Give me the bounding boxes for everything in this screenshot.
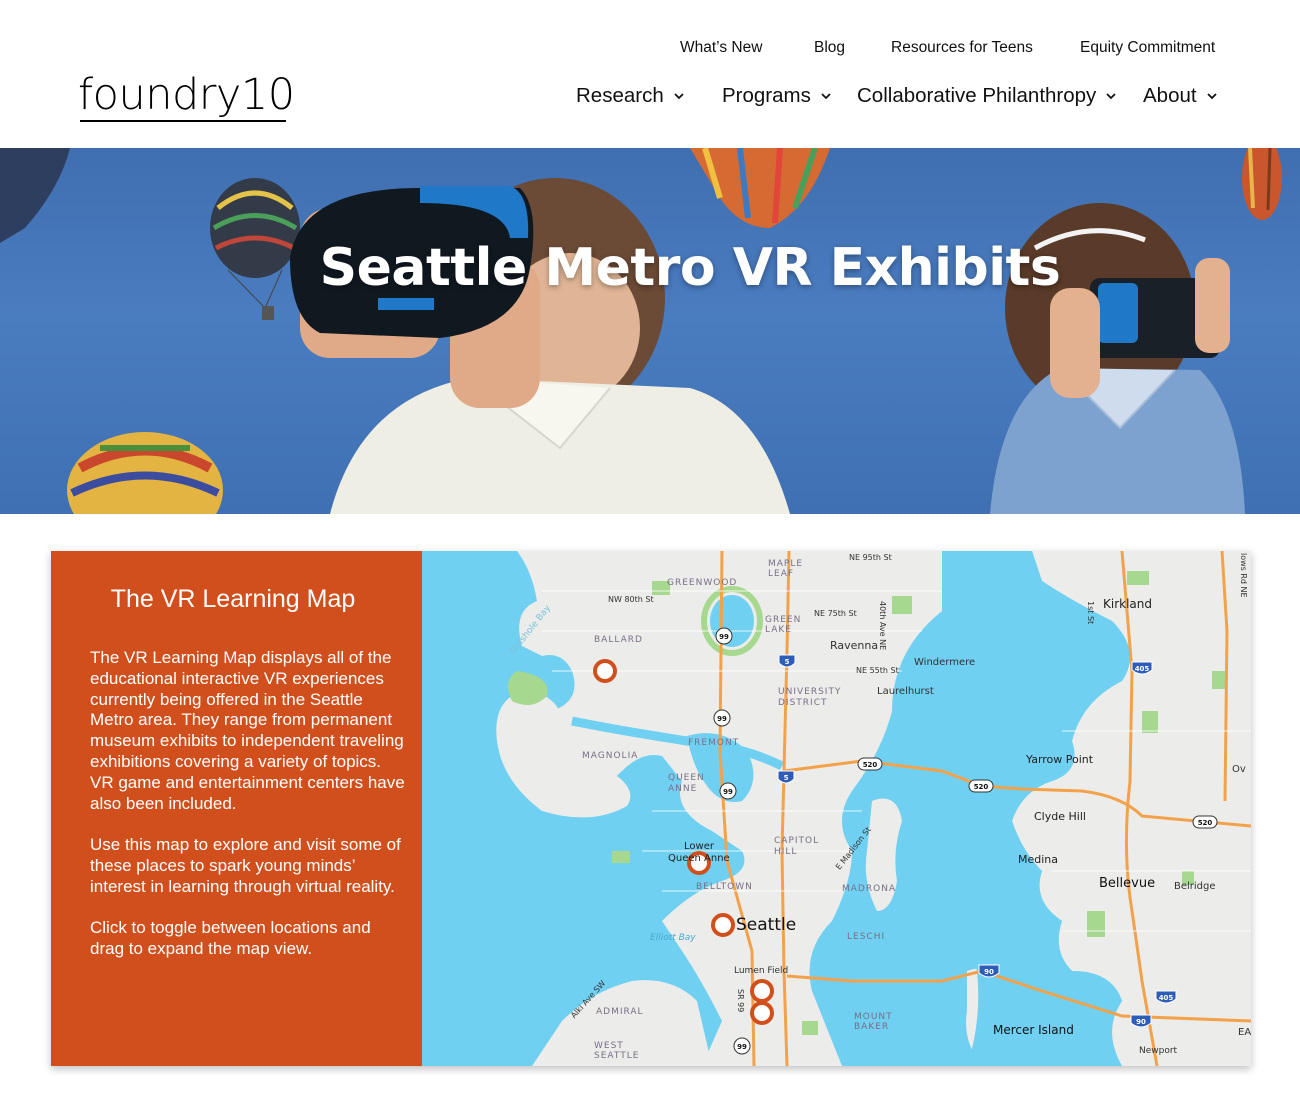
map-label-belridge: Belridge	[1174, 881, 1216, 892]
map-label-ballard: BALLARD	[594, 635, 643, 645]
chevron-down-icon	[819, 89, 833, 103]
nav-research[interactable]: Research	[576, 84, 686, 108]
map-label-mount-baker: MOUNT BAKER	[854, 1012, 893, 1032]
chevron-down-icon	[1104, 89, 1118, 103]
map-label-queen-anne-lower: Queen Anne	[668, 853, 730, 864]
nav-whats-new[interactable]: What’s New	[680, 39, 762, 57]
map-label-newport: Newport	[1139, 1046, 1178, 1056]
map-label-e-madison: E Madison St	[834, 825, 873, 872]
map-label-ne-55th: NE 55th St	[856, 666, 899, 675]
nav-blog[interactable]: Blog	[814, 39, 845, 57]
map-label-university-district: UNIVERSITY DISTRICT	[778, 687, 842, 708]
map-label-ne-95th: NE 95th St	[849, 553, 892, 562]
nav-research-label: Research	[576, 84, 664, 107]
map-label-ravenna: Ravenna	[830, 639, 879, 652]
map-label-1st-st: 1st St	[1086, 601, 1095, 625]
map-label-windermere: Windermere	[914, 657, 976, 668]
map-label-lower: Lower	[684, 841, 714, 852]
nav-programs-label: Programs	[722, 84, 811, 107]
panel-paragraph: Click to toggle between locations and dr…	[90, 918, 371, 959]
panel-body: The VR Learning Map displays all of the …	[90, 648, 406, 981]
map-label-west-seattle: WEST SEATTLE	[594, 1041, 640, 1061]
map-label-yarrow-point: Yarrow Point	[1026, 753, 1094, 766]
map-labels: GREENWOOD MAPLE LEAF NE 95th St NW 80th …	[422, 551, 1251, 1066]
site-header: foundry10 What’s New Blog Resources for …	[0, 0, 1300, 148]
map-description-panel: The VR Learning Map The VR Learning Map …	[51, 551, 422, 1066]
map-label-lumen-field: Lumen Field	[734, 966, 789, 976]
hero-title: Seattle Metro VR Exhibits	[319, 238, 1061, 298]
balloon-icon	[1242, 148, 1282, 220]
chevron-down-icon	[1205, 89, 1219, 103]
hero-illustration	[0, 148, 1282, 514]
map-label-40th-ave: 40th Ave NE	[878, 601, 887, 651]
chevron-down-icon	[672, 89, 686, 103]
nav-programs[interactable]: Programs	[722, 84, 833, 108]
nav-equity-commitment[interactable]: Equity Commitment	[1080, 39, 1215, 57]
map-label-nw-80th: NW 80th St	[608, 595, 654, 604]
map-label-ov: Ov	[1232, 764, 1246, 775]
balloon-icon	[67, 432, 223, 514]
map-label-belltown: BELLTOWN	[696, 882, 753, 892]
map-label-kirkland: Kirkland	[1103, 597, 1152, 611]
map-label-mercer-island: Mercer Island	[993, 1023, 1074, 1037]
map-label-fremont: FREMONT	[688, 738, 740, 748]
map-label-magnolia: MAGNOLIA	[582, 751, 639, 761]
map-label-medina: Medina	[1018, 853, 1059, 866]
interactive-map[interactable]: 99 5 99 99 520 520 520 5 405 90 405 90 9…	[422, 551, 1251, 1066]
nav-collaborative-philanthropy-label: Collaborative Philanthropy	[857, 84, 1097, 107]
map-label-leschi: LESCHI	[847, 932, 886, 942]
map-label-laurelhurst: Laurelhurst	[877, 686, 934, 697]
nav-resources-for-teens[interactable]: Resources for Teens	[891, 39, 1033, 57]
nav-collaborative-philanthropy[interactable]: Collaborative Philanthropy	[857, 84, 1118, 108]
map-label-clyde-hill: Clyde Hill	[1034, 810, 1086, 823]
logo-underline	[80, 120, 286, 122]
map-label-lows-rd: lows Rd NE	[1239, 553, 1248, 598]
map-label-elliott-bay: Elliott Bay	[650, 933, 696, 943]
map-label-madrona: MADRONA	[842, 884, 897, 894]
map-label-ea: EA	[1238, 1027, 1251, 1038]
logo[interactable]: foundry10	[78, 70, 295, 120]
nav-about[interactable]: About	[1143, 84, 1219, 108]
boy-with-vr-headset	[290, 178, 790, 514]
vr-map-card: The VR Learning Map The VR Learning Map …	[51, 551, 1251, 1066]
balloon-icon	[690, 148, 830, 228]
map-label-maple-leaf: MAPLE LEAF	[768, 559, 804, 579]
panel-paragraph: The VR Learning Map displays all of the …	[90, 648, 405, 813]
map-label-green-lake: GREEN LAKE	[765, 615, 802, 635]
map-label-sr-99: SR 99	[736, 989, 745, 1013]
map-label-shilshole-bay: Shilshole Bay	[508, 603, 553, 658]
map-label-admiral: ADMIRAL	[596, 1007, 644, 1017]
hero-banner: Seattle Metro VR Exhibits	[0, 148, 1300, 514]
map-label-queen-anne: QUEEN ANNE	[668, 773, 705, 794]
map-label-seattle: Seattle	[736, 915, 797, 935]
map-label-capitol-hill: CAPITOL HILL	[774, 836, 820, 857]
nav-about-label: About	[1143, 84, 1197, 107]
map-label-bellevue: Bellevue	[1099, 876, 1156, 891]
map-label-greenwood: GREENWOOD	[667, 578, 738, 588]
panel-title: The VR Learning Map	[110, 585, 356, 613]
map-label-ne-75th: NE 75th St	[814, 609, 857, 618]
panel-paragraph: Use this map to explore and visit some o…	[90, 835, 401, 896]
